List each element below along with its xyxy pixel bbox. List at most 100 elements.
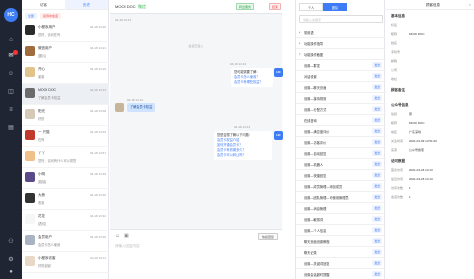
quick-reply-search[interactable]: 请输入关键字 (299, 15, 383, 23)
quick-reply-label: 设置—敏感词 (304, 217, 324, 222)
message-time: 04-18 14:13 (230, 62, 247, 66)
section-title: 公众号信息 (391, 103, 409, 107)
quick-reply-label: 功能操作指导 (304, 41, 324, 46)
send-button[interactable]: 发送 (372, 128, 382, 134)
conversation-row[interactable]: 小程序用户 04-18 14:26 您好，请问在吗 (22, 21, 109, 42)
send-button[interactable]: 发送 (372, 271, 382, 277)
last-message: 好的谢谢 (38, 264, 51, 268)
send-button[interactable]: 发送 (372, 205, 382, 211)
message-input[interactable]: 请输入回复内容 (115, 244, 140, 249)
info-key: 性别 (391, 112, 398, 116)
info-row: 地址 (391, 77, 409, 81)
customer-info-panel: 顾客信息 × 基本信息 标签 昵称 MOOI DOC 姓名 手机号 邮箱 公司 地址 顾客备注 公众… (386, 0, 474, 279)
avatar (25, 193, 35, 203)
send-button[interactable]: 发送 (372, 117, 382, 123)
send-button[interactable]: 发送 (372, 260, 382, 266)
conversation-row[interactable]: 一 只猫 04-18 14:04 在吗 (22, 126, 109, 147)
info-key: 标签 (391, 23, 398, 27)
info-value: 1 (409, 186, 411, 190)
send-button[interactable]: 发送 (372, 183, 382, 189)
send-button[interactable]: 发送 (372, 84, 382, 90)
conversation-row[interactable]: 微信用户 04-18 14:21 [图片] (22, 42, 109, 63)
faq-link[interactable]: 会员卡可以转让吗？ (217, 153, 269, 158)
subtab-all[interactable]: 全部 (25, 12, 38, 19)
send-button[interactable]: 发送 (372, 172, 382, 178)
end-chat-button[interactable]: 结束 (269, 3, 282, 10)
image-icon[interactable]: ▣ (124, 233, 129, 239)
contact-name: 丫丫 (38, 151, 45, 155)
avatar (25, 109, 35, 119)
tab-personal[interactable]: 个人 (299, 3, 323, 11)
info-title: 顾客信息 (426, 3, 440, 7)
mail-icon[interactable]: ◫ (7, 88, 15, 96)
info-row: 会话次数 1 (391, 195, 411, 199)
chat-title: MOOI DOC (115, 4, 136, 9)
avatar (25, 25, 35, 35)
row-time: 04-18 14:21 (89, 46, 106, 50)
conversation-row[interactable]: 会员用户 04-18 13:20 会员卡怎么使用 (22, 231, 109, 252)
avatar (25, 235, 35, 245)
conversation-row[interactable]: MOOI DOC 04-18 14:13 了解会员卡权益 (22, 84, 109, 105)
contact-name: 一 只猫 (38, 130, 50, 134)
tab-team[interactable]: 团队 (323, 3, 347, 11)
send-button[interactable]: 发送 (372, 216, 382, 222)
quick-reply-label: 设置—自动回复 (304, 151, 327, 156)
info-value: 广东深圳 (409, 130, 422, 134)
faq-link[interactable]: 会员卡有哪些权益？ (234, 80, 270, 85)
send-button[interactable]: 发送 (372, 238, 382, 244)
send-button[interactable]: 发送 (372, 150, 382, 156)
contact-name: MOOI DOC (38, 88, 57, 92)
team-icon[interactable]: ⚇ (7, 238, 15, 246)
avatar (25, 214, 35, 224)
section-title: 顾客备注 (391, 88, 405, 92)
user-icon[interactable]: ☺ (7, 70, 15, 78)
send-button[interactable]: 发送 (372, 73, 382, 79)
quick-reply-button[interactable]: 快捷回复 (257, 233, 278, 240)
quick-reply-panel: 个人 团队 请输入关键字 ▸ 常用语 ▸ 功能操作指导 ▾ 功能操作截图 设置—群发 发送 对话… (295, 0, 386, 279)
conversation-row[interactable]: 丫丫 04-18 13:57 您好，请问有什么可以帮您 (22, 147, 109, 168)
user-avatar-icon[interactable]: ● (7, 268, 15, 276)
list-subtabs: 全部 接待中会话 (22, 10, 108, 21)
send-button[interactable]: 发送 (372, 95, 382, 101)
info-key: 公司 (391, 68, 398, 72)
quick-reply-label: 设置—接待规则 (304, 96, 327, 101)
list-tabs: 访客 历史 (22, 0, 108, 10)
transfer-button[interactable]: 转出服务 (236, 3, 255, 10)
emoji-icon[interactable]: ☺ (115, 233, 120, 239)
subtab-serving[interactable]: 接待中会话 (40, 12, 62, 19)
row-time: 04-18 14:13 (89, 88, 106, 92)
list-icon[interactable]: ≡ (7, 106, 15, 114)
send-button[interactable]: 发送 (372, 139, 382, 145)
info-key: 会话次数 (391, 195, 404, 199)
send-button[interactable]: 发送 (372, 194, 382, 200)
customer-bubble: 了解会员卡权益 (127, 103, 156, 112)
quick-reply-label: 设置—满意度评价 (304, 129, 330, 134)
tab-visitors[interactable]: 访客 (22, 0, 65, 9)
doc-icon[interactable]: ▤ (7, 124, 15, 132)
send-button[interactable]: 发送 (372, 62, 382, 68)
tab-history[interactable]: 历史 (65, 0, 108, 9)
send-button[interactable]: 发送 (372, 249, 382, 255)
conversation-row[interactable]: 小明 04-18 13:49 [链接] (22, 168, 109, 189)
contact-name: 大熊 (38, 193, 45, 197)
send-button[interactable]: 发送 (372, 161, 382, 167)
quick-reply-label: 设置会话超时提醒 (304, 272, 330, 277)
conversation-row[interactable]: 阳光 04-18 14:08 好的 (22, 105, 109, 126)
quick-reply-item[interactable]: 设置会话超时提醒 发送 (296, 268, 386, 279)
info-row: 关注时间 2021-04-09 14:51:06 (391, 139, 437, 143)
info-key: 手机号 (391, 50, 401, 54)
send-button[interactable]: 发送 (372, 227, 382, 233)
last-message: 收到 (38, 201, 45, 205)
conversation-row[interactable]: 小程序访客 04-18 13:11 好的谢谢 (22, 252, 109, 273)
quick-reply-label: 设置—访客评价 (304, 140, 327, 145)
conversation-row[interactable]: 大熊 04-18 13:40 收到 (22, 189, 109, 210)
close-icon[interactable]: × (469, 2, 471, 7)
info-key: 昵称 (391, 32, 398, 36)
conversation-row[interactable]: 花花 04-18 13:32 [表情] (22, 210, 109, 231)
conversation-row[interactable]: 开心 04-18 14:15 谢谢 (22, 63, 109, 84)
message-composer: ☺ ▣ 快捷回复 请输入回复内容 (110, 229, 282, 279)
home-icon[interactable]: ⌂ (7, 36, 15, 44)
send-button[interactable]: 发送 (372, 106, 382, 112)
settings-icon[interactable]: ⚙ (7, 256, 15, 264)
info-key: 首次访问 (391, 168, 404, 172)
